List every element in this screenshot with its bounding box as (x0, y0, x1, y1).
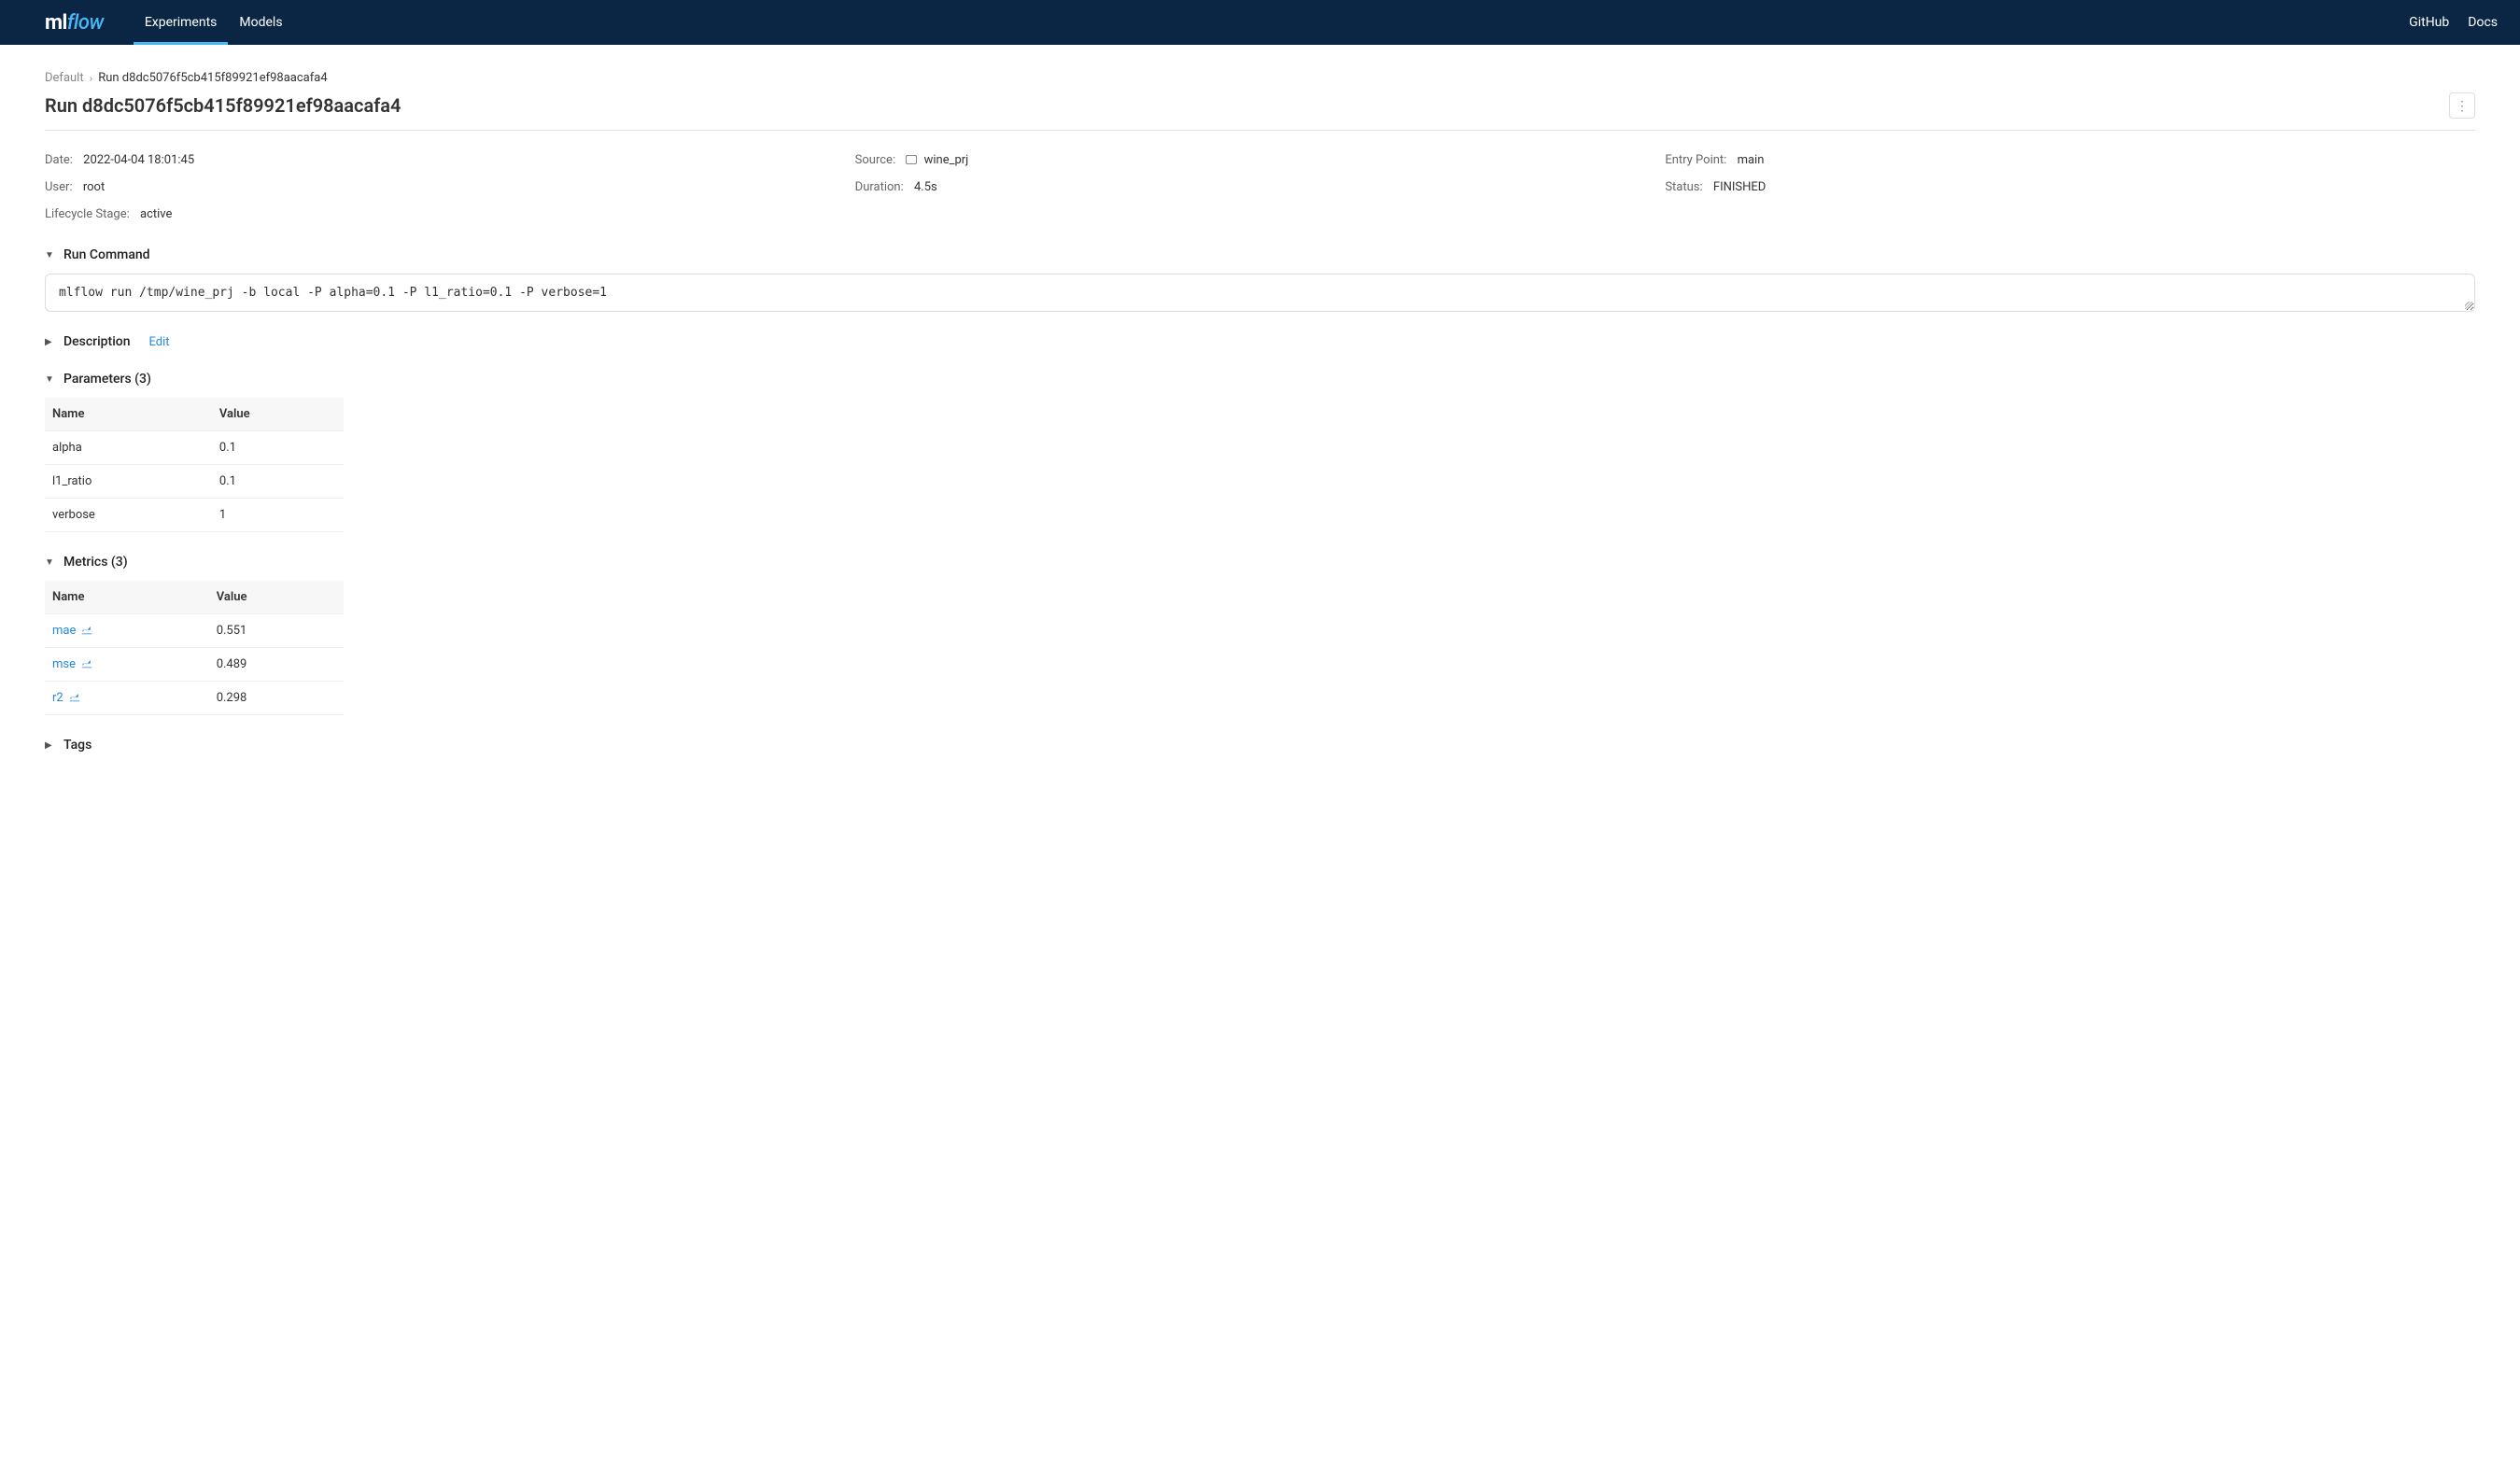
metric-name: r2 (52, 691, 63, 705)
metric-name: mae (52, 624, 76, 638)
param-value: 0.1 (212, 465, 344, 499)
folder-icon (906, 155, 917, 164)
description-title: Description (63, 334, 131, 349)
caret-down-icon: ▼ (45, 250, 54, 260)
table-row: verbose 1 (45, 499, 344, 532)
metrics-col-name: Name (45, 581, 209, 614)
section-parameters: ▼ Parameters (3) Name Value alpha 0.1 l1… (45, 372, 2475, 532)
meta-duration: Duration 4.5s (855, 180, 1666, 194)
more-actions-button[interactable]: ⋮ (2449, 92, 2475, 119)
kebab-icon: ⋮ (2456, 98, 2469, 114)
breadcrumb-root[interactable]: Default (45, 71, 84, 85)
logo[interactable]: mlflow (45, 11, 104, 35)
table-row: l1_ratio 0.1 (45, 465, 344, 499)
meta-date: Date 2022-04-04 18:01:45 (45, 153, 855, 167)
metric-link-r2[interactable]: r2 (52, 691, 80, 705)
meta-user-label: User (45, 180, 73, 194)
parameters-col-name: Name (45, 398, 212, 431)
tags-header[interactable]: ▶ Tags (45, 738, 2475, 753)
metric-value: 0.298 (209, 682, 344, 715)
meta-entry-label: Entry Point (1665, 153, 1726, 167)
table-row: mse 0.489 (45, 648, 344, 682)
meta-status-label: Status (1665, 180, 1702, 194)
metric-link-mse[interactable]: mse (52, 657, 92, 671)
param-value: 0.1 (212, 431, 344, 465)
page-title: Run d8dc5076f5cb415f89921ef98aacafa4 (45, 94, 401, 117)
metrics-header[interactable]: ▼ Metrics (3) (45, 555, 2475, 570)
param-value: 1 (212, 499, 344, 532)
meta-source-label: Source (855, 153, 895, 167)
meta-stage-value: active (140, 207, 172, 221)
chart-icon (69, 691, 80, 705)
meta-duration-label: Duration (855, 180, 904, 194)
description-header[interactable]: ▶ Description Edit (45, 334, 2475, 349)
section-run-command: ▼ Run Command mlflow run /tmp/wine_prj -… (45, 247, 2475, 312)
meta-source: Source wine_prj (855, 153, 1666, 167)
meta-date-label: Date (45, 153, 73, 167)
caret-right-icon: ▶ (45, 337, 54, 347)
param-name: l1_ratio (45, 465, 212, 499)
caret-right-icon: ▶ (45, 740, 54, 751)
run-command-header[interactable]: ▼ Run Command (45, 247, 2475, 262)
caret-down-icon: ▼ (45, 557, 54, 568)
meta-user: User root (45, 180, 855, 194)
meta-stage-label: Lifecycle Stage (45, 207, 130, 221)
topbar-left: mlflow Experiments Models (45, 0, 294, 45)
metrics-col-value: Value (209, 581, 344, 614)
run-command-title: Run Command (63, 247, 150, 262)
meta-duration-value: 4.5s (914, 180, 937, 194)
metrics-title: Metrics (3) (63, 555, 128, 570)
logo-ml-text: ml (45, 11, 67, 35)
topbar: mlflow Experiments Models GitHub Docs (0, 0, 2520, 45)
tags-title: Tags (63, 738, 92, 753)
chevron-right-icon: › (90, 72, 93, 85)
section-tags: ▶ Tags (45, 738, 2475, 753)
nav-tabs: Experiments Models (134, 0, 294, 45)
meta-entry-value: main (1738, 153, 1765, 167)
section-description: ▶ Description Edit (45, 334, 2475, 349)
breadcrumb-current: Run d8dc5076f5cb415f89921ef98aacafa4 (98, 71, 327, 85)
parameters-col-value: Value (212, 398, 344, 431)
topbar-link-github[interactable]: GitHub (2409, 15, 2449, 30)
metric-link-mae[interactable]: mae (52, 624, 92, 638)
meta-date-value: 2022-04-04 18:01:45 (83, 153, 194, 167)
param-name: verbose (45, 499, 212, 532)
description-edit-link[interactable]: Edit (149, 335, 170, 349)
content: Default › Run d8dc5076f5cb415f89921ef98a… (0, 45, 2520, 812)
section-metrics: ▼ Metrics (3) Name Value mae (45, 555, 2475, 715)
metric-name: mse (52, 657, 76, 671)
run-command-box[interactable]: mlflow run /tmp/wine_prj -b local -P alp… (45, 274, 2475, 312)
topbar-link-docs[interactable]: Docs (2468, 15, 2498, 30)
chart-icon (81, 657, 92, 671)
metric-value: 0.489 (209, 648, 344, 682)
meta-stage: Lifecycle Stage active (45, 207, 855, 221)
table-row: mae 0.551 (45, 614, 344, 648)
meta-user-value: root (83, 180, 105, 194)
parameters-table: Name Value alpha 0.1 l1_ratio 0.1 verbos… (45, 398, 344, 532)
caret-down-icon: ▼ (45, 374, 54, 385)
meta-entry: Entry Point main (1665, 153, 2475, 167)
title-row: Run d8dc5076f5cb415f89921ef98aacafa4 ⋮ (45, 92, 2475, 131)
meta-status: Status FINISHED (1665, 180, 2475, 194)
breadcrumb: Default › Run d8dc5076f5cb415f89921ef98a… (45, 71, 2475, 85)
meta-status-value: FINISHED (1713, 180, 1766, 194)
chart-icon (81, 624, 92, 638)
meta-grid: Date 2022-04-04 18:01:45 Source wine_prj… (45, 153, 2475, 221)
table-row: alpha 0.1 (45, 431, 344, 465)
param-name: alpha (45, 431, 212, 465)
metrics-table: Name Value mae 0.551 (45, 581, 344, 715)
nav-tab-experiments[interactable]: Experiments (134, 0, 229, 45)
meta-source-value[interactable]: wine_prj (924, 153, 969, 167)
parameters-title: Parameters (3) (63, 372, 151, 387)
topbar-right: GitHub Docs (2409, 15, 2498, 30)
logo-flow-text: flow (67, 11, 104, 35)
metric-value: 0.551 (209, 614, 344, 648)
parameters-header[interactable]: ▼ Parameters (3) (45, 372, 2475, 387)
nav-tab-models[interactable]: Models (228, 0, 293, 45)
table-row: r2 0.298 (45, 682, 344, 715)
